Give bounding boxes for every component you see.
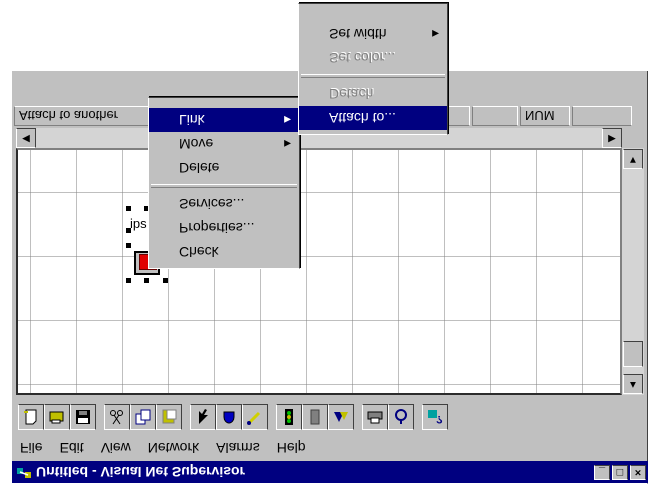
menu-edit[interactable]: Edit [52, 437, 93, 459]
menu-file[interactable]: File [12, 437, 52, 459]
menu-network[interactable]: Network [140, 437, 208, 459]
menu-item-services[interactable]: Services... [149, 192, 299, 216]
device-button[interactable] [302, 404, 328, 430]
submenu-arrow-icon: ▶ [432, 29, 439, 39]
menu-separator [151, 184, 297, 188]
open-button[interactable] [44, 404, 70, 430]
signal-icon [285, 409, 293, 425]
hand-icon [223, 411, 235, 424]
link-submenu: Attach to... Detach Set color... Set wid… [298, 3, 448, 135]
scroll-left-button[interactable]: ◀ [16, 128, 36, 148]
link-icon [247, 411, 261, 425]
menu-item-properties[interactable]: Properties... [149, 216, 299, 240]
menu-alarms[interactable]: Alarms [208, 437, 269, 459]
print-icon [367, 411, 383, 424]
status-num: NUM [520, 106, 570, 126]
menu-item-link[interactable]: Link ▶ [149, 108, 299, 132]
alarm-icon [395, 409, 407, 424]
submenu-arrow-icon: ▶ [284, 115, 291, 125]
vertical-scrollbar[interactable]: ▲ ▼ [622, 148, 644, 395]
title-bar[interactable]: Untitled - Visual Net Supervisor _ □ × [12, 461, 648, 483]
device-icon [310, 409, 320, 425]
node-label: ips [130, 216, 147, 231]
context-menu: Check Properties... Services... Delete M… [148, 97, 300, 269]
cut-icon [110, 410, 123, 425]
signal-button[interactable] [276, 404, 302, 430]
pointer-icon [199, 409, 208, 424]
copy-icon [135, 409, 151, 425]
copy-button[interactable] [130, 404, 156, 430]
toolbar: ? [14, 401, 646, 433]
cut-button[interactable] [104, 404, 130, 430]
menu-item-set-color[interactable]: Set color... [299, 46, 447, 70]
minimize-button[interactable]: _ [594, 465, 610, 480]
alarm-button[interactable] [388, 404, 414, 430]
menu-item-set-width[interactable]: Set width ▶ [299, 22, 447, 46]
selection-handle[interactable] [163, 278, 168, 283]
menu-bar: File Edit View Network Alarms Help [12, 437, 648, 459]
new-button[interactable] [18, 404, 44, 430]
scroll-down-button[interactable]: ▼ [623, 149, 643, 169]
menu-item-check[interactable]: Check [149, 240, 299, 264]
connect-icon [334, 412, 348, 422]
save-icon [76, 410, 90, 424]
connect-button[interactable] [328, 404, 354, 430]
submenu-arrow-icon: ▶ [284, 139, 291, 149]
scroll-thumb[interactable] [623, 341, 643, 367]
menu-item-delete[interactable]: Delete [149, 156, 299, 180]
maximize-button[interactable]: □ [612, 465, 628, 480]
selection-handle[interactable] [126, 243, 131, 248]
window-title: Untitled - Visual Net Supervisor [36, 464, 246, 480]
close-button[interactable]: × [630, 465, 646, 480]
menu-item-move[interactable]: Move ▶ [149, 132, 299, 156]
help-icon: ? [428, 410, 443, 425]
menu-view[interactable]: View [93, 437, 140, 459]
svg-text:?: ? [436, 413, 443, 425]
link-tool-button[interactable] [242, 404, 268, 430]
pointer-button[interactable] [190, 404, 216, 430]
network-canvas[interactable]: ips [16, 148, 622, 395]
menu-item-attach-to[interactable]: Attach to... [299, 106, 447, 130]
selection-handle[interactable] [144, 278, 149, 283]
menu-help[interactable]: Help [269, 437, 315, 459]
paste-icon [162, 409, 177, 424]
menu-item-detach[interactable]: Detach [299, 82, 447, 106]
new-icon [24, 409, 37, 425]
menu-separator [301, 74, 445, 78]
help-button[interactable]: ? [422, 404, 448, 430]
selection-handle[interactable] [126, 278, 131, 283]
scroll-right-button[interactable]: ▶ [602, 128, 622, 148]
save-button[interactable] [70, 404, 96, 430]
paste-button[interactable] [156, 404, 182, 430]
scroll-up-button[interactable]: ▲ [623, 374, 643, 394]
selection-handle[interactable] [126, 206, 131, 211]
hand-button[interactable] [216, 404, 242, 430]
app-icon [16, 464, 32, 480]
open-icon [49, 411, 64, 424]
print-button[interactable] [362, 404, 388, 430]
